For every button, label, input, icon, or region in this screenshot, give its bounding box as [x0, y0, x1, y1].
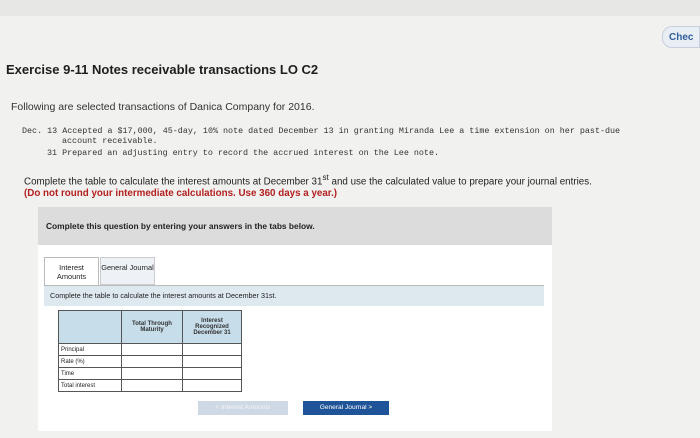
- table-row: Total interest: [58, 379, 242, 392]
- table-row: Time: [58, 367, 242, 380]
- table-row: Rate (%): [58, 355, 242, 368]
- transaction-line-1-cont: account receivable.: [62, 136, 158, 146]
- transaction-line-1: Dec. 13 Accepted a $17,000, 45-day, 10% …: [22, 126, 621, 136]
- instruction-text-2: and use the calculated value to prepare …: [328, 176, 592, 188]
- total-interest-recognized-input[interactable]: [182, 379, 242, 392]
- top-bar: [0, 0, 700, 16]
- rate-total-input[interactable]: [121, 355, 183, 368]
- transaction-line-2: 31 Prepared an adjusting entry to record…: [47, 148, 440, 158]
- row-label-time: Time: [58, 367, 122, 380]
- row-label-total-interest: Total interest: [58, 379, 122, 392]
- tab-instruction: Complete the table to calculate the inte…: [44, 285, 544, 306]
- interest-table: Total Through Maturity Interest Recogniz…: [58, 310, 242, 392]
- instructions: Complete the table to calculate the inte…: [24, 172, 592, 200]
- table-header-interest: Interest Recognized December 31: [182, 310, 242, 344]
- rate-recognized-input[interactable]: [182, 355, 242, 368]
- tab-general-journal[interactable]: General Journal: [100, 257, 155, 285]
- total-interest-total-input[interactable]: [121, 379, 183, 392]
- time-total-input[interactable]: [121, 367, 183, 380]
- row-label-principal: Principal: [58, 343, 122, 356]
- row-label-rate: Rate (%): [58, 355, 122, 368]
- prev-tab-button[interactable]: < Interest Amounts: [198, 401, 288, 415]
- table-row: Principal: [58, 343, 242, 356]
- panel-heading: Complete this question by entering your …: [38, 207, 552, 245]
- question-panel: Complete this question by entering your …: [38, 207, 552, 431]
- time-recognized-input[interactable]: [182, 367, 242, 380]
- tab-interest-amounts[interactable]: Interest Amounts: [44, 257, 99, 285]
- next-tab-button[interactable]: General Journal >: [303, 401, 389, 415]
- table-header-blank: [58, 310, 122, 344]
- panel-heading-text: Complete this question by entering your …: [46, 221, 315, 231]
- principal-recognized-input[interactable]: [182, 343, 242, 356]
- exercise-title: Exercise 9-11 Notes receivable transacti…: [6, 62, 319, 77]
- exercise-intro: Following are selected transactions of D…: [11, 101, 315, 113]
- instruction-text-1: Complete the table to calculate the inte…: [24, 176, 323, 188]
- table-header-total: Total Through Maturity: [121, 310, 183, 344]
- principal-total-input[interactable]: [121, 343, 183, 356]
- check-button[interactable]: Chec: [662, 26, 700, 48]
- tab-instruction-text: Complete the table to calculate the inte…: [50, 291, 277, 300]
- instruction-bold: (Do not round your intermediate calculat…: [24, 188, 338, 200]
